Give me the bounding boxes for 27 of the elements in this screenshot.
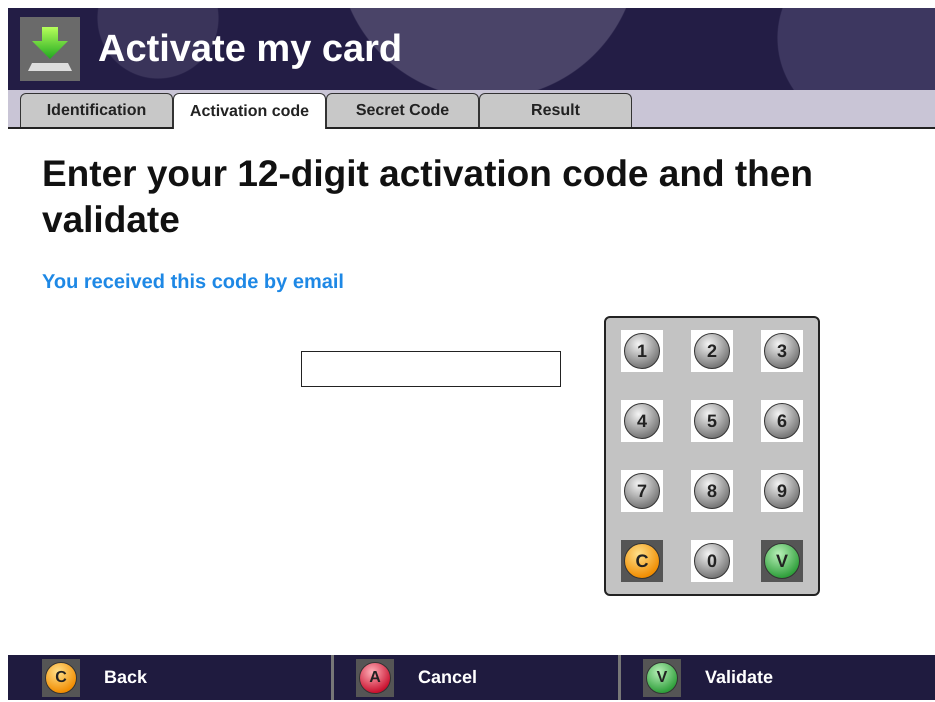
keypad-key[interactable]: 9 — [764, 473, 800, 509]
download-icon — [20, 17, 80, 81]
tab[interactable]: Identification — [20, 93, 173, 127]
footer-button[interactable]: Cancel — [418, 667, 478, 688]
hint-text: You received this code by email — [42, 271, 345, 294]
key-badge[interactable]: C — [45, 662, 77, 694]
keypad-key[interactable]: 3 — [764, 333, 800, 369]
tab[interactable]: Secret Code — [326, 93, 479, 127]
key-badge[interactable]: A — [359, 662, 391, 694]
keypad-key[interactable]: 8 — [694, 473, 730, 509]
keypad-key[interactable]: 6 — [764, 403, 800, 439]
window-title: Activate my card — [98, 28, 402, 70]
keypad-key[interactable]: V — [764, 543, 800, 579]
keypad-key[interactable]: 7 — [624, 473, 660, 509]
footer-button[interactable]: Back — [104, 667, 148, 688]
keypad-key[interactable]: C — [624, 543, 660, 579]
tab[interactable]: Activation code — [173, 93, 326, 129]
keypad-key[interactable]: 5 — [694, 403, 730, 439]
footer-button[interactable]: Validate — [705, 667, 774, 688]
heading: Enter your 12-digit activation code and then validate — [42, 152, 814, 242]
code-field[interactable] — [301, 351, 561, 387]
tab[interactable]: Result — [479, 93, 632, 127]
keypad-key[interactable]: 2 — [694, 333, 730, 369]
key-badge[interactable]: V — [646, 662, 678, 694]
keypad-key[interactable]: 0 — [694, 543, 730, 579]
keypad-key[interactable]: 4 — [624, 403, 660, 439]
keypad-key[interactable]: 1 — [624, 333, 660, 369]
